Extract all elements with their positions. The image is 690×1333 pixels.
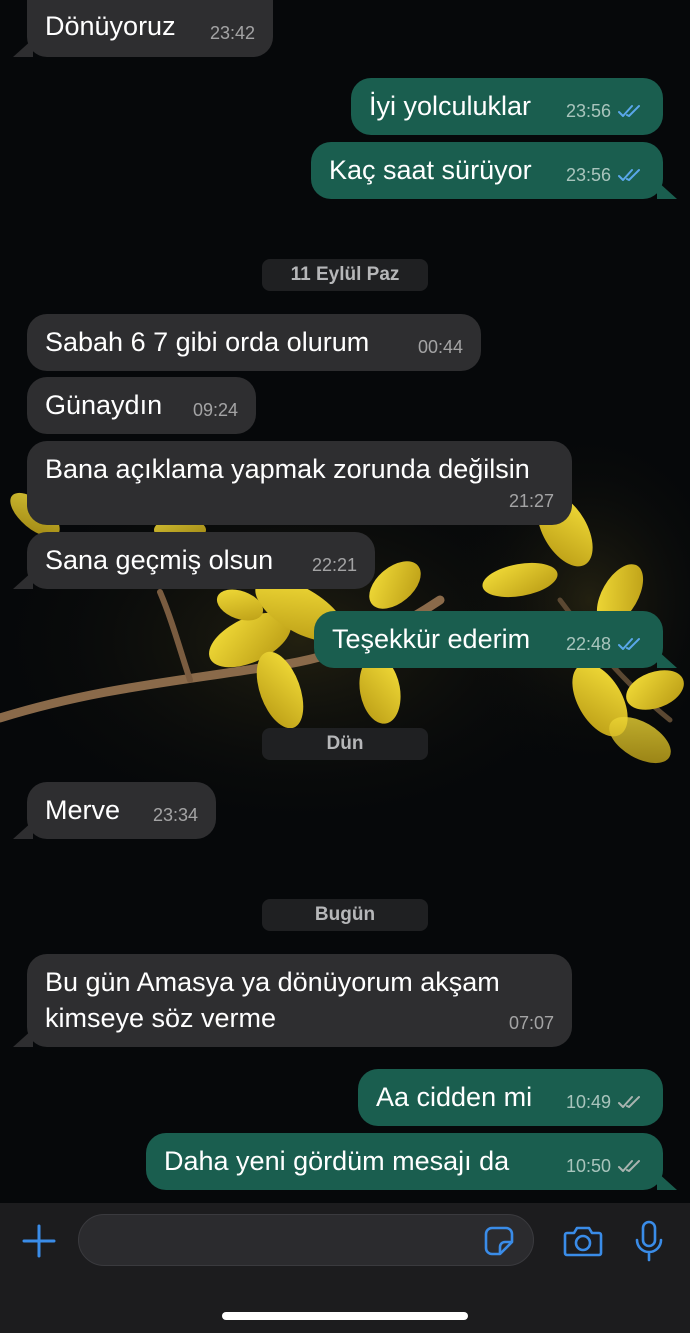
message-time: 22:21 [311,555,357,575]
message-bubble-incoming[interactable]: Sana geçmiş olsun 22:21 [13,532,375,589]
double-check-icon [618,1096,640,1108]
message-time: 22:48 [565,634,611,654]
double-check-icon [618,169,640,181]
message-meta: 23:56 [566,93,645,129]
message-text-line: Bu gün Amasya ya dönüyorum akşam [45,967,500,997]
message-text: Bana açıklama yapmak zorunda değilsin [45,454,530,484]
message-bubble-incoming[interactable]: Dönüyoruz 23:42 [13,0,273,57]
date-separator: Dün [262,728,428,760]
message-time: 23:34 [152,805,198,825]
microphone-icon[interactable] [630,1218,668,1264]
message-time: 23:56 [565,101,611,121]
message-input[interactable] [78,1214,534,1266]
message-bubble-incoming[interactable]: Bana açıklama yapmak zorunda değilsin 21… [27,441,572,525]
double-check-icon [618,1160,640,1172]
message-bubble-outgoing[interactable]: Daha yeni gördüm mesajı da 10:50 [146,1133,677,1190]
home-indicator[interactable] [222,1312,468,1320]
sticker-icon[interactable] [480,1222,518,1260]
message-time: 23:56 [565,165,611,185]
message-time: 21:27 [508,491,554,511]
date-separator: 11 Eylül Paz [262,259,428,291]
date-separator: Bugün [262,899,428,931]
double-check-icon [618,638,640,650]
double-check-icon [618,105,640,117]
message-bubble-outgoing[interactable]: Aa cidden mi 10:49 [358,1069,663,1126]
message-bubble-incoming[interactable]: Bu gün Amasya ya dönüyorum akşam kimseye… [13,954,572,1047]
message-time: 09:24 [192,400,238,420]
message-bubble-incoming[interactable]: Sabah 6 7 gibi orda olurum 00:44 [27,314,481,371]
message-time: 07:07 [508,1013,554,1033]
plus-icon[interactable] [18,1220,60,1262]
message-bubble-outgoing[interactable]: Kaç saat sürüyor 23:56 [311,142,677,199]
camera-icon[interactable] [562,1220,604,1262]
message-text: Sana geçmiş olsun [45,545,274,575]
message-meta: 10:50 [566,1148,645,1184]
message-text-line: kimseye söz verme [45,1003,277,1033]
chat-area[interactable]: Dönüyoruz 23:42 İyi yolculuklar 23:56 Ka… [0,0,690,1203]
message-meta: 10:49 [566,1084,645,1120]
message-meta: 23:56 [566,157,645,193]
message-meta: 22:48 [566,626,645,662]
message-time: 10:49 [565,1092,611,1112]
message-text: Sabah 6 7 gibi orda olurum [45,327,370,357]
message-bubble-incoming[interactable]: Merve 23:34 [13,782,216,839]
message-time: 00:44 [417,337,463,357]
message-bubble-incoming[interactable]: Günaydın 09:24 [27,377,256,434]
message-bubble-outgoing[interactable]: Teşekkür ederim 22:48 [314,611,677,668]
message-time: 23:42 [209,23,255,43]
message-bubble-outgoing[interactable]: İyi yolculuklar 23:56 [351,78,663,135]
message-time: 10:50 [565,1156,611,1176]
